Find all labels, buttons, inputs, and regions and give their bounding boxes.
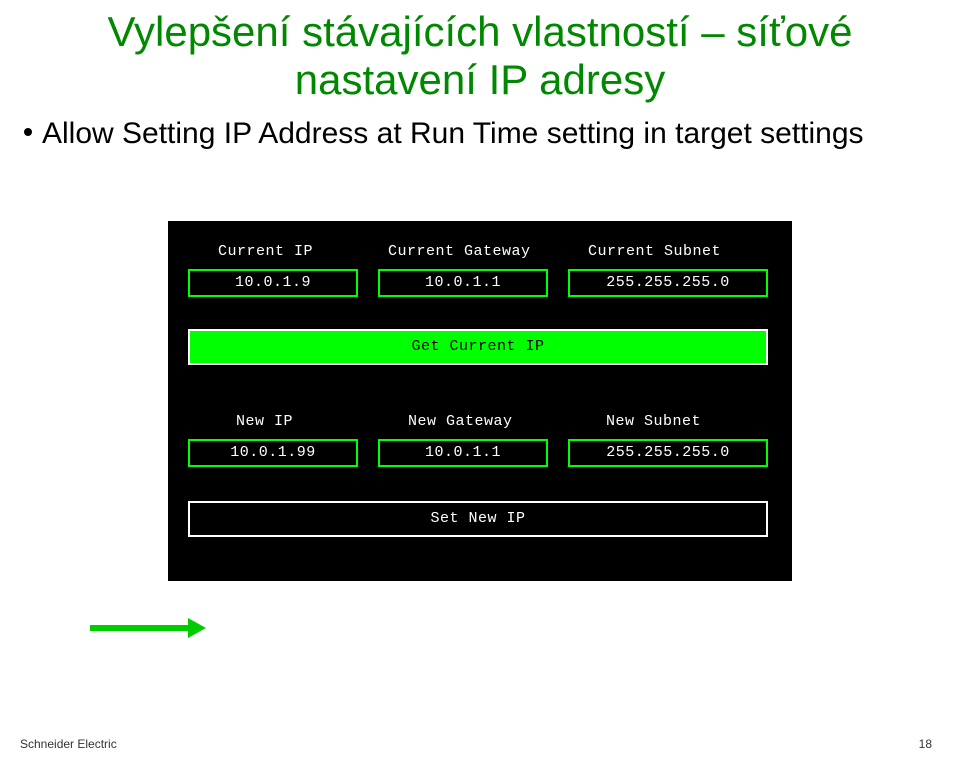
footer-page-number: 18 [919,737,932,751]
title-line-2: nastavení IP adresy [295,56,665,103]
footer-brand: Schneider Electric [20,737,117,751]
bullet-dot-icon [24,128,32,136]
bullet-line: Allow Setting IP Address at Run Time set… [20,117,960,151]
arrow-annotation [90,618,210,638]
label-new-gateway: New Gateway [408,413,513,430]
label-current-gateway: Current Gateway [388,243,531,260]
label-current-ip: Current IP [218,243,313,260]
get-current-ip-button-label: Get Current IP [411,338,544,355]
slide-title: Vylepšení stávajících vlastností – síťov… [40,8,920,105]
set-new-ip-button-label: Set New IP [430,510,525,527]
field-new-subnet[interactable]: 255.255.255.0 [568,439,768,467]
arrow-shaft-icon [90,625,190,631]
field-new-ip[interactable]: 10.0.1.99 [188,439,358,467]
hmi-panel: Current IP Current Gateway Current Subne… [168,221,792,581]
bullet-text: Allow Setting IP Address at Run Time set… [42,117,864,150]
title-line-1: Vylepšení stávajících vlastností – síťov… [108,8,853,55]
field-new-gateway[interactable]: 10.0.1.1 [378,439,548,467]
field-current-ip: 10.0.1.9 [188,269,358,297]
set-new-ip-button[interactable]: Set New IP [188,501,768,537]
label-new-ip: New IP [236,413,293,430]
label-current-subnet: Current Subnet [588,243,721,260]
field-current-subnet: 255.255.255.0 [568,269,768,297]
arrow-head-icon [188,618,206,638]
get-current-ip-button[interactable]: Get Current IP [188,329,768,365]
field-current-gateway: 10.0.1.1 [378,269,548,297]
label-new-subnet: New Subnet [606,413,701,430]
